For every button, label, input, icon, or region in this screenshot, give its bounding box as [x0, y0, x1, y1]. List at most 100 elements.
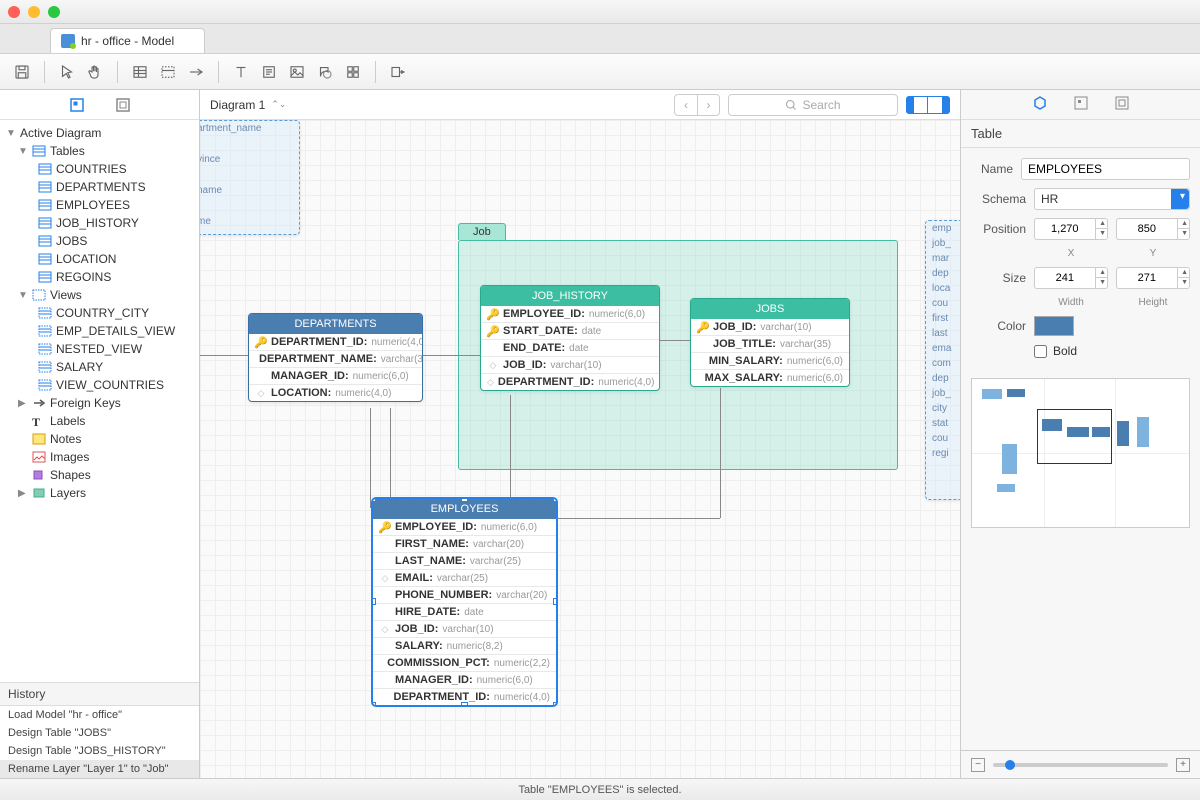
diagram-tab-icon[interactable]	[69, 97, 85, 113]
nav-forward-button[interactable]: ›	[697, 95, 719, 115]
toggle-left-panel[interactable]	[906, 96, 928, 114]
minimap[interactable]	[971, 378, 1190, 528]
input-x[interactable]	[1034, 218, 1095, 240]
export-tool[interactable]	[386, 60, 410, 84]
zoom-out-button[interactable]: −	[971, 758, 985, 772]
tree-item-view[interactable]: VIEW_COUNTRIES	[0, 376, 199, 394]
model-tab-icon[interactable]	[115, 97, 131, 113]
tree-item-view[interactable]: SALARY	[0, 358, 199, 376]
input-y[interactable]	[1116, 218, 1177, 240]
tree-item-view[interactable]: EMP_DETAILS_VIEW	[0, 322, 199, 340]
column-row[interactable]: MAX_SALARY: numeric(6,0)	[691, 369, 849, 386]
column-row[interactable]: LAST_NAME: varchar(25)	[373, 552, 556, 569]
tree-item-table[interactable]: EMPLOYEES	[0, 196, 199, 214]
column-row[interactable]: PHONE_NUMBER: varchar(20)	[373, 586, 556, 603]
color-swatch[interactable]	[1034, 316, 1074, 336]
shape-tool[interactable]	[313, 60, 337, 84]
resize-handle[interactable]	[553, 702, 557, 706]
tree-item-table[interactable]: JOB_HISTORY	[0, 214, 199, 232]
inspector-tab-3[interactable]	[1114, 95, 1130, 114]
shapes-group[interactable]: ▶Shapes	[0, 466, 199, 484]
tree-item-table[interactable]: DEPARTMENTS	[0, 178, 199, 196]
step-down[interactable]: ▼	[1096, 229, 1108, 239]
column-row[interactable]: ◇LOCATION: numeric(4,0)	[249, 384, 422, 401]
history-item[interactable]: Design Table "JOBS_HISTORY"	[0, 742, 199, 760]
step-down[interactable]: ▼	[1096, 278, 1108, 288]
step-down[interactable]: ▼	[1178, 278, 1190, 288]
zoom-thumb[interactable]	[1005, 760, 1015, 770]
column-row[interactable]: 🔑JOB_ID: varchar(10)	[691, 319, 849, 335]
partial-entity-left[interactable]: artment_namevincenameme	[200, 120, 300, 235]
column-row[interactable]: HIRE_DATE: date	[373, 603, 556, 620]
history-item[interactable]: Design Table "JOBS"	[0, 724, 199, 742]
labels-group[interactable]: ▶TLabels	[0, 412, 199, 430]
column-row[interactable]: SALARY: numeric(8,2)	[373, 637, 556, 654]
step-up[interactable]: ▲	[1178, 268, 1190, 278]
relation-tool[interactable]	[184, 60, 208, 84]
input-height[interactable]	[1116, 267, 1177, 289]
checkbox-bold[interactable]	[1034, 345, 1047, 358]
column-row[interactable]: ◇JOB_ID: varchar(10)	[481, 356, 659, 373]
maximize-window-button[interactable]	[48, 6, 60, 18]
column-row[interactable]: ◇DEPARTMENT_ID: numeric(4,0)	[481, 373, 659, 390]
close-window-button[interactable]	[8, 6, 20, 18]
column-row[interactable]: 🔑EMPLOYEE_ID: numeric(6,0)	[481, 306, 659, 322]
tree-item-view[interactable]: COUNTRY_CITY	[0, 304, 199, 322]
tree-item-table[interactable]: JOBS	[0, 232, 199, 250]
search-input[interactable]: Search	[728, 94, 898, 116]
tree-item-table[interactable]: COUNTRIES	[0, 160, 199, 178]
resize-handle[interactable]	[372, 702, 376, 706]
column-row[interactable]: ◇EMAIL: varchar(25)	[373, 569, 556, 586]
inspector-tab-2[interactable]	[1073, 95, 1089, 114]
entity-departments[interactable]: DEPARTMENTS 🔑DEPARTMENT_ID: numeric(4,0)…	[248, 313, 423, 402]
step-up[interactable]: ▲	[1096, 219, 1108, 229]
foreign-keys-group[interactable]: ▶Foreign Keys	[0, 394, 199, 412]
column-row[interactable]: DEPARTMENT_NAME: varchar(30)	[249, 350, 422, 367]
column-row[interactable]: 🔑EMPLOYEE_ID: numeric(6,0)	[373, 519, 556, 535]
step-up[interactable]: ▲	[1178, 219, 1190, 229]
diagram-selector[interactable]: Diagram 1⌃⌄	[210, 98, 286, 112]
views-group[interactable]: ▼Views	[0, 286, 199, 304]
toggle-right-panel[interactable]	[928, 96, 950, 114]
resize-handle[interactable]	[372, 598, 376, 605]
partial-entity-right[interactable]: empjob_mardeplocacoufirstlastemacomdepjo…	[925, 220, 960, 500]
step-down[interactable]: ▼	[1178, 229, 1190, 239]
tables-group[interactable]: ▼Tables	[0, 142, 199, 160]
table-tool[interactable]	[128, 60, 152, 84]
layers-group[interactable]: ▶Layers	[0, 484, 199, 502]
images-group[interactable]: ▶Images	[0, 448, 199, 466]
column-row[interactable]: COMMISSION_PCT: numeric(2,2)	[373, 654, 556, 671]
column-row[interactable]: 🔑DEPARTMENT_ID: numeric(4,0)	[249, 334, 422, 350]
diagram-canvas[interactable]: artment_namevincenameme Job DEPARTMENTS …	[200, 120, 960, 778]
history-item[interactable]: Rename Layer "Layer 1" to "Job"	[0, 760, 199, 778]
zoom-slider[interactable]	[993, 763, 1168, 767]
save-button[interactable]	[10, 60, 34, 84]
document-tab[interactable]: hr - office - Model	[50, 28, 205, 53]
column-row[interactable]: MANAGER_ID: numeric(6,0)	[249, 367, 422, 384]
column-row[interactable]: JOB_TITLE: varchar(35)	[691, 335, 849, 352]
entity-job-history[interactable]: JOB_HISTORY 🔑EMPLOYEE_ID: numeric(6,0)🔑S…	[480, 285, 660, 391]
input-name[interactable]	[1021, 158, 1190, 180]
select-schema[interactable]: HR	[1034, 188, 1190, 210]
active-diagram-header[interactable]: ▼Active Diagram	[0, 124, 199, 142]
align-tool[interactable]	[341, 60, 365, 84]
note-tool[interactable]	[257, 60, 281, 84]
hand-tool[interactable]	[83, 60, 107, 84]
resize-handle[interactable]	[553, 598, 557, 605]
step-up[interactable]: ▲	[1096, 268, 1108, 278]
column-row[interactable]: 🔑START_DATE: date	[481, 322, 659, 339]
column-row[interactable]: MIN_SALARY: numeric(6,0)	[691, 352, 849, 369]
input-width[interactable]	[1034, 267, 1095, 289]
entity-employees[interactable]: EMPLOYEES 🔑EMPLOYEE_ID: numeric(6,0)FIRS…	[372, 498, 557, 706]
resize-handle[interactable]	[372, 498, 376, 502]
tree-item-table[interactable]: LOCATION	[0, 250, 199, 268]
text-tool[interactable]	[229, 60, 253, 84]
tree-item-view[interactable]: NESTED_VIEW	[0, 340, 199, 358]
image-tool[interactable]	[285, 60, 309, 84]
column-row[interactable]: ◇JOB_ID: varchar(10)	[373, 620, 556, 637]
tree-item-table[interactable]: REGOINS	[0, 268, 199, 286]
zoom-in-button[interactable]: +	[1176, 758, 1190, 772]
nav-back-button[interactable]: ‹	[675, 95, 697, 115]
column-row[interactable]: MANAGER_ID: numeric(6,0)	[373, 671, 556, 688]
column-row[interactable]: END_DATE: date	[481, 339, 659, 356]
